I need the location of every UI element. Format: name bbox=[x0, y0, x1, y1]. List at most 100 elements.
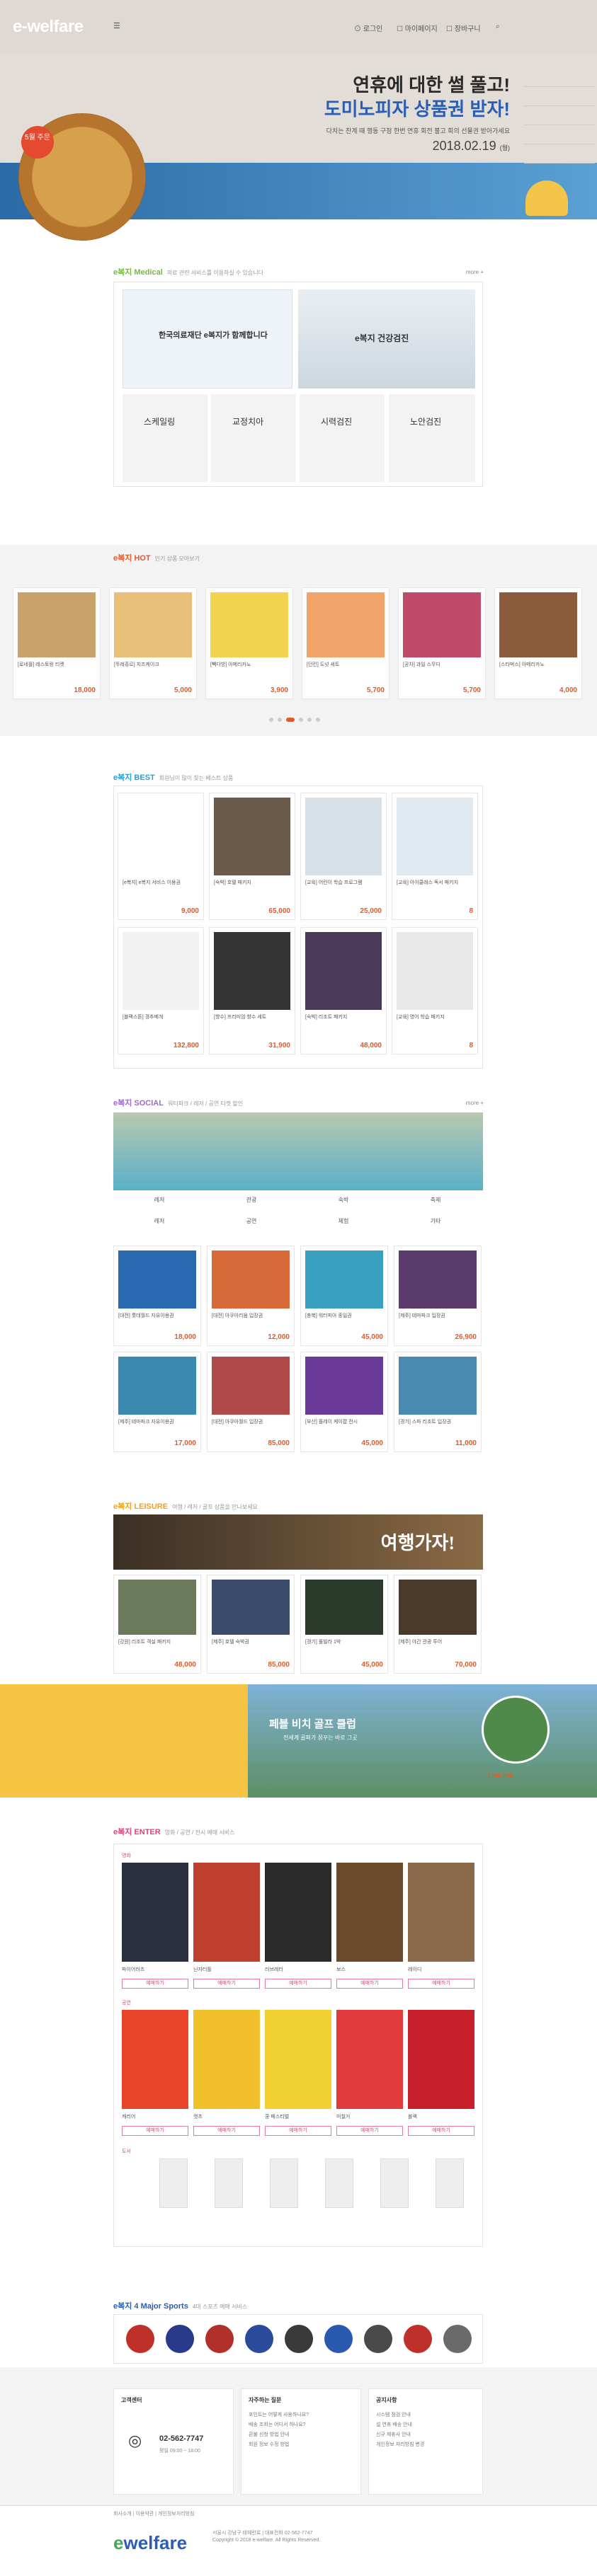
quick-link[interactable] bbox=[524, 144, 595, 163]
quick-link[interactable] bbox=[524, 68, 595, 87]
reserve-button[interactable]: 예매하기 bbox=[408, 1979, 474, 1989]
mypage-link[interactable]: ☐ 마이페이지 bbox=[397, 23, 438, 33]
team-logo[interactable] bbox=[364, 2325, 392, 2353]
health-check-tile[interactable]: e복지 건강검진 bbox=[298, 289, 475, 389]
show-poster[interactable] bbox=[408, 2010, 474, 2109]
social-card[interactable]: [부산] 플레이 케이팝 전시 45,000 bbox=[300, 1352, 388, 1452]
show-poster[interactable] bbox=[336, 2010, 403, 2109]
waterpark-banner[interactable] bbox=[113, 1112, 483, 1190]
leisure-card[interactable]: [경기] 풀빌라 1박 45,000 bbox=[300, 1575, 388, 1674]
best-card[interactable]: [e복지] e복지 서비스 이용권 9,000 bbox=[118, 793, 204, 920]
reserve-button[interactable]: 예매하기 bbox=[408, 2126, 474, 2136]
team-logo[interactable] bbox=[285, 2325, 313, 2353]
notice-item[interactable]: 신규 제휴사 안내 bbox=[376, 2431, 475, 2439]
hot-card[interactable]: [뚜레쥬르] 치즈케이크 5,000 bbox=[109, 587, 197, 699]
search-icon[interactable]: ⌕ bbox=[496, 23, 500, 30]
reserve-button[interactable]: 예매하기 bbox=[265, 1979, 331, 1989]
best-card[interactable]: [교육] 영어 학습 패키지 8 bbox=[392, 927, 478, 1054]
presbyopia-tile[interactable]: 노안검진 bbox=[389, 394, 475, 482]
carousel-dots[interactable] bbox=[269, 716, 324, 724]
team-logo[interactable] bbox=[205, 2325, 234, 2353]
book-cover[interactable] bbox=[215, 2158, 243, 2208]
ortho-tile[interactable]: 교정치아 bbox=[211, 394, 296, 482]
quick-link[interactable] bbox=[524, 106, 595, 125]
team-logo[interactable] bbox=[126, 2325, 154, 2353]
medical-main-tile[interactable]: 한국의료재단 e복지가 함께합니다 bbox=[123, 289, 292, 389]
footer-links[interactable]: 회사소개 | 이용약관 | 개인정보처리방침 bbox=[113, 2510, 194, 2517]
movie-poster[interactable] bbox=[265, 1863, 331, 1962]
hot-card[interactable]: [로네플] 레스토랑 티켓 18,000 bbox=[13, 587, 101, 699]
category-item[interactable]: 숙박 bbox=[297, 1196, 390, 1204]
book-cover[interactable] bbox=[436, 2158, 464, 2208]
show-poster[interactable] bbox=[265, 2010, 331, 2109]
best-card[interactable]: [교육] 어린이 학습 프로그램 25,000 bbox=[300, 793, 387, 920]
menu-icon[interactable]: ☰ bbox=[113, 21, 120, 30]
best-card[interactable]: [숙박] 호텔 패키지 65,000 bbox=[209, 793, 295, 920]
hot-card[interactable]: [공차] 과일 스무디 5,700 bbox=[398, 587, 486, 699]
show-poster[interactable] bbox=[193, 2010, 260, 2109]
login-link[interactable]: ⊙ 로그인 bbox=[354, 23, 382, 33]
team-logo[interactable] bbox=[404, 2325, 432, 2353]
cart-link[interactable]: ☐ 장바구니 bbox=[446, 23, 481, 33]
leisure-card[interactable]: [제주] 야간 관광 투어 70,000 bbox=[394, 1575, 482, 1674]
golf-thumb[interactable] bbox=[482, 1696, 550, 1764]
category-item[interactable]: 공연 bbox=[205, 1217, 297, 1225]
faq-item[interactable]: 회원 정보 수정 방법 bbox=[249, 2441, 353, 2449]
category-item[interactable]: 레저 bbox=[113, 1196, 205, 1204]
book-cover[interactable] bbox=[159, 2158, 188, 2208]
best-card[interactable]: [숙박] 리조트 패키지 48,000 bbox=[300, 927, 387, 1054]
book-cover[interactable] bbox=[380, 2158, 409, 2208]
leisure-card[interactable]: [강원] 리조트 객실 패키지 48,000 bbox=[113, 1575, 201, 1674]
notice-item[interactable]: 시스템 점검 안내 bbox=[376, 2411, 475, 2420]
hot-card[interactable]: [빽다방] 아메리카노 3,900 bbox=[205, 587, 293, 699]
best-card[interactable]: [향수] 프리미엄 향수 세트 31,900 bbox=[209, 927, 295, 1054]
leisure-card[interactable]: [제주] 호텔 숙박권 85,000 bbox=[207, 1575, 295, 1674]
team-logo[interactable] bbox=[443, 2325, 472, 2353]
reserve-button[interactable]: 예매하기 bbox=[193, 2126, 260, 2136]
eye-test-tile[interactable]: 시력검진 bbox=[300, 394, 385, 482]
logo[interactable]: e-welfare bbox=[13, 17, 84, 37]
book-cover[interactable] bbox=[325, 2158, 353, 2208]
movie-poster[interactable] bbox=[122, 1863, 188, 1962]
social-card[interactable]: [대전] 아쿠아리움 입장권 12,000 bbox=[207, 1246, 295, 1346]
scaling-tile[interactable]: 스케일링 bbox=[123, 394, 207, 482]
movie-poster[interactable] bbox=[193, 1863, 260, 1962]
social-card[interactable]: [대전] 아쿠아월드 입장권 85,000 bbox=[207, 1352, 295, 1452]
team-logo[interactable] bbox=[324, 2325, 353, 2353]
faq-item[interactable]: 환불 신청 방법 안내 bbox=[249, 2431, 353, 2439]
category-item[interactable]: 체험 bbox=[297, 1217, 390, 1225]
social-card[interactable]: [제주] 테마파크 자유이용권 17,000 bbox=[113, 1352, 201, 1452]
notice-item[interactable]: 개인정보 처리방침 변경 bbox=[376, 2441, 475, 2449]
best-card[interactable]: [블랙스톤] 경추베개 132,800 bbox=[118, 927, 204, 1054]
reserve-button[interactable]: 예매하기 bbox=[193, 1979, 260, 1989]
medical-more-link[interactable]: more + bbox=[466, 269, 484, 275]
team-logo[interactable] bbox=[245, 2325, 273, 2353]
category-item[interactable]: 축제 bbox=[390, 1196, 482, 1204]
team-logo[interactable] bbox=[166, 2325, 194, 2353]
faq-item[interactable]: 배송 조회는 어디서 하나요? bbox=[249, 2421, 353, 2430]
hot-card[interactable]: [스타벅스] 아메리카노 4,000 bbox=[494, 587, 582, 699]
movie-poster[interactable] bbox=[336, 1863, 403, 1962]
category-item[interactable]: 기타 bbox=[390, 1217, 482, 1225]
reserve-button[interactable]: 예매하기 bbox=[265, 2126, 331, 2136]
book-cover[interactable] bbox=[270, 2158, 298, 2208]
reserve-button[interactable]: 예매하기 bbox=[122, 2126, 188, 2136]
social-card[interactable]: [충북] 워터피아 종일권 45,000 bbox=[300, 1246, 388, 1346]
faq-item[interactable]: 포인트는 어떻게 사용하나요? bbox=[249, 2411, 353, 2420]
quick-link[interactable] bbox=[524, 87, 595, 106]
best-card[interactable]: [교육] 아이클래스 독서 패키지 8 bbox=[392, 793, 478, 920]
hot-card[interactable]: [던킨] 도넛 세트 5,700 bbox=[302, 587, 390, 699]
movie-poster[interactable] bbox=[408, 1863, 474, 1962]
notice-item[interactable]: 설 연휴 배송 안내 bbox=[376, 2421, 475, 2430]
social-more-link[interactable]: more + bbox=[466, 1100, 484, 1106]
category-item[interactable]: 관광 bbox=[205, 1196, 297, 1204]
show-poster[interactable] bbox=[122, 2010, 188, 2109]
social-card[interactable]: [경기] 스파 리조트 입장권 11,000 bbox=[394, 1352, 482, 1452]
reserve-button[interactable]: 예매하기 bbox=[122, 1979, 188, 1989]
quick-link[interactable] bbox=[524, 125, 595, 144]
social-card[interactable]: [제주] 테마파크 입장권 26,900 bbox=[394, 1246, 482, 1346]
reserve-button[interactable]: 예매하기 bbox=[336, 2126, 403, 2136]
reserve-button[interactable]: 예매하기 bbox=[336, 1979, 403, 1989]
social-card[interactable]: [대전] 롯데월드 자유이용권 18,000 bbox=[113, 1246, 201, 1346]
leisure-banner[interactable]: 여행가자! bbox=[113, 1514, 483, 1570]
